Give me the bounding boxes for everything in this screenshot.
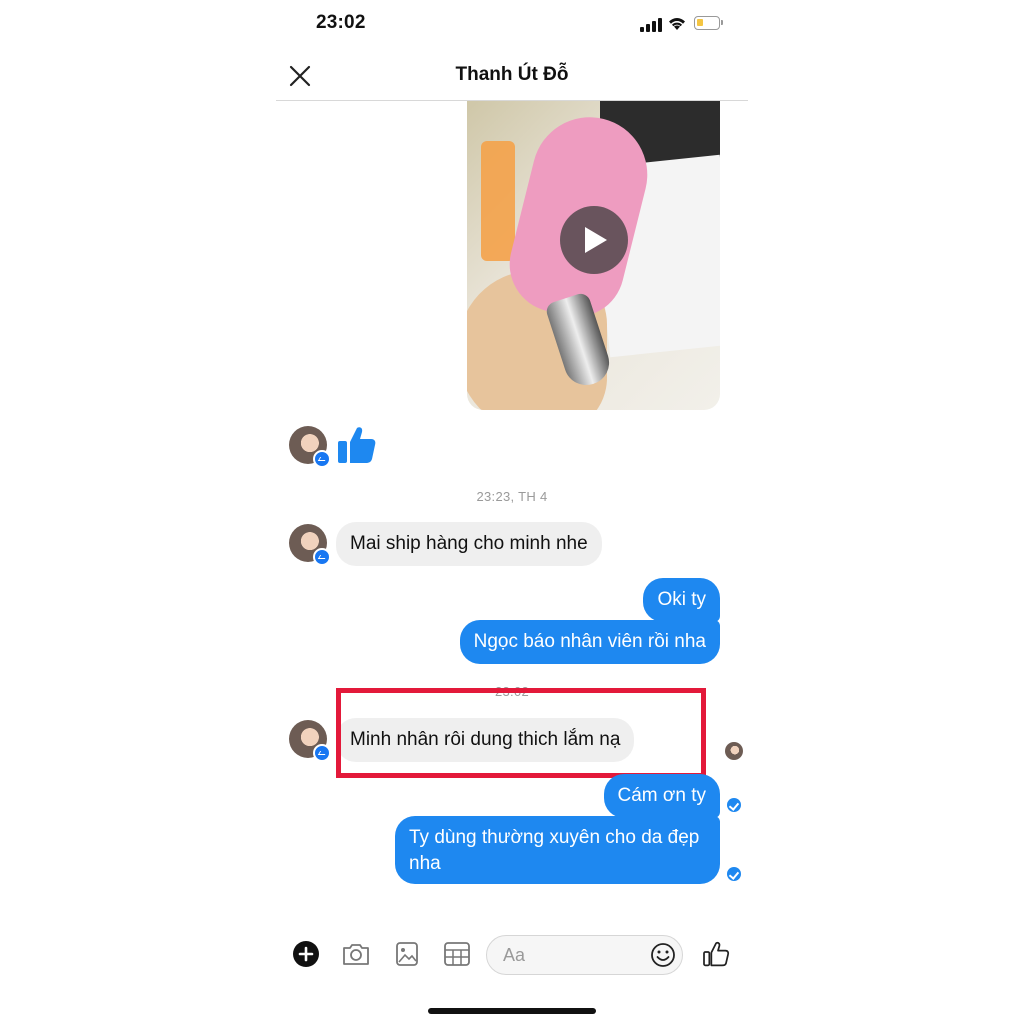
close-icon (289, 65, 311, 87)
thumbs-up-icon (703, 941, 730, 967)
like-button[interactable] (702, 940, 730, 973)
status-time: 23:02 (316, 12, 366, 33)
outgoing-message[interactable]: Ngọc báo nhân viên rồi nha (459, 620, 720, 664)
seen-check-icon (727, 867, 741, 881)
seen-check-icon (727, 798, 741, 812)
gif-icon (444, 942, 470, 966)
contact-avatar[interactable] (289, 426, 331, 468)
message-input[interactable]: Aa (486, 935, 683, 975)
video-message[interactable] (467, 101, 720, 410)
plus-icon (293, 941, 319, 967)
signal-icon (640, 18, 662, 32)
timestamp: 23:23, TH 4 (476, 489, 548, 504)
outgoing-message[interactable]: Cám ơn ty (603, 774, 720, 818)
wifi-icon (667, 15, 687, 36)
close-button[interactable] (286, 62, 314, 90)
message-input-placeholder: Aa (503, 945, 526, 965)
message-line: Ty dùng thường xuyên cho da đẹp (409, 827, 700, 848)
gallery-button[interactable] (395, 941, 419, 972)
highlight-box (336, 688, 706, 778)
battery-icon (694, 16, 723, 30)
contact-avatar[interactable] (289, 720, 331, 762)
image-icon (396, 942, 418, 966)
conversation-title: Thanh Út Đỗ (455, 64, 569, 85)
add-button[interactable] (292, 940, 320, 973)
emoji-icon[interactable] (650, 942, 676, 968)
outgoing-message[interactable]: Oki ty (643, 578, 720, 622)
contact-avatar[interactable] (289, 524, 331, 566)
thumbs-up-icon (336, 424, 378, 471)
incoming-message[interactable]: Mai ship hàng cho minh nhe (336, 522, 602, 566)
play-icon (585, 227, 607, 253)
outgoing-message[interactable]: Ty dùng thường xuyên cho da đẹp nha (395, 816, 720, 884)
camera-button[interactable] (341, 941, 371, 972)
play-button[interactable] (560, 206, 628, 274)
camera-icon (343, 944, 369, 965)
home-indicator (428, 1008, 596, 1014)
read-receipt-avatar (725, 742, 743, 760)
gif-button[interactable] (443, 941, 471, 972)
message-line: nha (409, 853, 441, 874)
